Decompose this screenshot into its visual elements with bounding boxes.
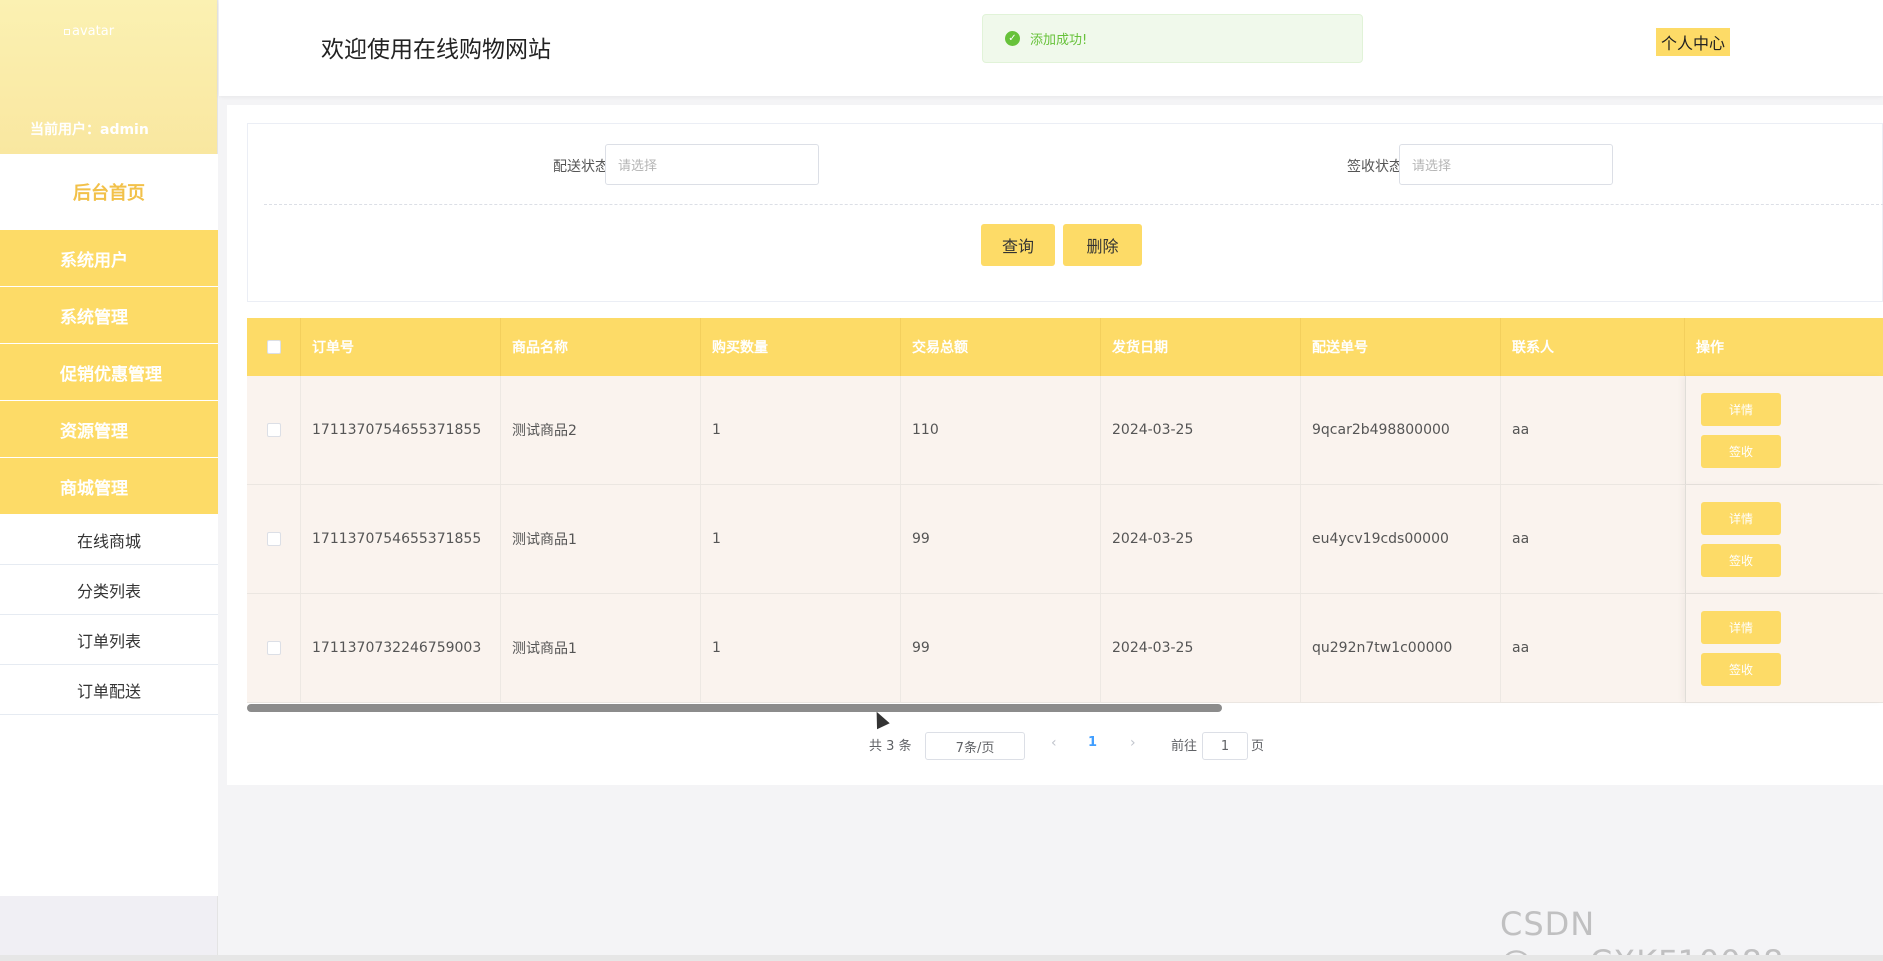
sidebar-group-promotion-management[interactable]: 促销优惠管理 xyxy=(0,344,218,401)
toast-message: 添加成功! xyxy=(1030,33,1088,48)
sign-status-select[interactable]: 请选择 xyxy=(1399,144,1613,185)
delivery-status-select[interactable]: 请选择 xyxy=(605,144,819,185)
cell-ship-date: 2024-03-25 xyxy=(1101,485,1301,593)
horizontal-scrollbar[interactable] xyxy=(247,704,1222,712)
top-header: 欢迎使用在线购物网站 ✓ 添加成功! 个人中心 xyxy=(219,0,1883,96)
avatar-alt-text: avatar xyxy=(72,24,115,39)
cell-order-no: 1711370754655371855 xyxy=(301,376,501,484)
cell-delivery-no: 9qcar2b498800000 xyxy=(1301,376,1501,484)
success-toast: ✓ 添加成功! xyxy=(982,14,1363,63)
cell-ship-date: 2024-03-25 xyxy=(1101,376,1301,484)
cell-ship-date: 2024-03-25 xyxy=(1101,594,1301,702)
current-user-label: 当前用户： xyxy=(30,122,100,138)
cell-order-no: 1711370754655371855 xyxy=(301,485,501,593)
cell-order-no: 1711370732246759003 xyxy=(301,594,501,702)
cell-quantity: 1 xyxy=(701,376,901,484)
cell-delivery-no: qu292n7tw1c00000 xyxy=(1301,594,1501,702)
page-number[interactable]: 1 xyxy=(1088,735,1097,750)
column-header-contact[interactable]: 联系人 xyxy=(1501,318,1685,376)
watermark: CSDN @vx_CXKF10088 xyxy=(1500,905,1783,961)
page-size-select[interactable]: 7条/页 xyxy=(925,732,1025,760)
column-header-quantity[interactable]: 购买数量 xyxy=(701,318,901,376)
goto-label: 前往 xyxy=(1171,739,1198,754)
column-header-product-name[interactable]: 商品名称 xyxy=(501,318,701,376)
sidebar-group-resource-management[interactable]: 资源管理 xyxy=(0,401,218,458)
goto-page-input[interactable]: 1 xyxy=(1202,732,1248,760)
cell-actions: 详情 签收 xyxy=(1685,376,1883,484)
cell-quantity: 1 xyxy=(701,594,901,702)
cell-product-name: 测试商品2 xyxy=(501,376,701,484)
row-checkbox[interactable] xyxy=(266,641,281,655)
table-row: 1711370754655371855 测试商品2 1 110 2024-03-… xyxy=(247,376,1883,485)
sidebar-group-system-management[interactable]: 系统管理 xyxy=(0,287,218,344)
row-checkbox[interactable] xyxy=(266,532,281,546)
cell-total: 99 xyxy=(901,594,1101,702)
delivery-status-label: 配送状态 xyxy=(553,159,609,175)
orders-table: 订单号 商品名称 购买数量 交易总额 发货日期 配送单号 联系人 操作 1711… xyxy=(247,318,1883,711)
pager-total: 共 3 条 xyxy=(869,739,912,754)
select-all-checkbox[interactable] xyxy=(266,340,281,354)
cell-contact: aa xyxy=(1512,422,1530,438)
row-select-cell xyxy=(247,376,301,484)
sidebar-item-order-delivery[interactable]: 订单配送 xyxy=(0,665,218,715)
check-circle-icon: ✓ xyxy=(1005,31,1020,46)
cell-total: 99 xyxy=(901,485,1101,593)
sidebar-group-system-users[interactable]: 系统用户 xyxy=(0,230,218,287)
sign-button[interactable]: 签收 xyxy=(1701,544,1781,577)
avatar: avatar xyxy=(64,24,114,39)
page-suffix: 页 xyxy=(1251,739,1265,754)
sidebar-item-online-mall[interactable]: 在线商城 xyxy=(0,515,218,565)
personal-center-link[interactable]: 个人中心 xyxy=(1656,28,1731,56)
select-all-cell xyxy=(247,318,301,376)
sidebar-item-category-list[interactable]: 分类列表 xyxy=(0,565,218,615)
query-button[interactable]: 查询 xyxy=(981,224,1055,266)
detail-button[interactable]: 详情 xyxy=(1701,393,1781,426)
next-page-icon[interactable]: › xyxy=(1130,735,1136,751)
sidebar: avatar 当前用户：admin 后台首页 系统用户 系统管理 促销优惠管理 … xyxy=(0,0,218,961)
sign-button[interactable]: 签收 xyxy=(1701,653,1781,686)
prev-page-icon[interactable]: ‹ xyxy=(1051,735,1057,751)
detail-button[interactable]: 详情 xyxy=(1701,611,1781,644)
row-select-cell xyxy=(247,485,301,593)
page-title: 欢迎使用在线购物网站 xyxy=(321,37,551,63)
cell-delivery-no: eu4ycv19cds00000 xyxy=(1301,485,1501,593)
cell-product-name: 测试商品1 xyxy=(501,594,701,702)
search-form: 配送状态 请选择 签收状态 请选择 查询 删除 xyxy=(247,123,1883,302)
column-header-ship-date[interactable]: 发货日期 xyxy=(1101,318,1301,376)
cell-contact: aa xyxy=(1512,640,1530,656)
column-header-total[interactable]: 交易总额 xyxy=(901,318,1101,376)
broken-image-icon xyxy=(64,28,70,35)
bottom-strip xyxy=(0,955,1883,961)
table-row: 1711370754655371855 测试商品1 1 99 2024-03-2… xyxy=(247,485,1883,594)
sidebar-group-mall-management[interactable]: 商城管理 xyxy=(0,458,218,515)
cell-contact: aa xyxy=(1512,531,1530,547)
column-header-delivery-no[interactable]: 配送单号 xyxy=(1301,318,1501,376)
divider xyxy=(264,204,1883,205)
row-checkbox[interactable] xyxy=(266,423,281,437)
sign-button[interactable]: 签收 xyxy=(1701,435,1781,468)
row-select-cell xyxy=(247,594,301,702)
table-row: 1711370732246759003 测试商品1 1 99 2024-03-2… xyxy=(247,594,1883,703)
table-header: 订单号 商品名称 购买数量 交易总额 发货日期 配送单号 联系人 操作 xyxy=(247,318,1883,376)
cell-actions: 详情 签收 xyxy=(1685,485,1883,593)
main-panel: 配送状态 请选择 签收状态 请选择 查询 删除 订单号 商品名称 购买数量 交易… xyxy=(227,105,1883,785)
sidebar-item-order-list[interactable]: 订单列表 xyxy=(0,615,218,665)
cell-total: 110 xyxy=(901,376,1101,484)
detail-button[interactable]: 详情 xyxy=(1701,502,1781,535)
sidebar-item-home[interactable]: 后台首页 xyxy=(0,154,218,230)
cell-actions: 详情 签收 xyxy=(1685,594,1883,702)
delete-button[interactable]: 删除 xyxy=(1063,224,1142,266)
current-user-name: admin xyxy=(100,122,149,138)
cell-product-name: 测试商品1 xyxy=(501,485,701,593)
cell-quantity: 1 xyxy=(701,485,901,593)
column-header-actions: 操作 xyxy=(1696,340,1724,356)
sidebar-menu: 后台首页 系统用户 系统管理 促销优惠管理 资源管理 商城管理 在线商城 分类列… xyxy=(0,154,218,896)
sidebar-header: avatar 当前用户：admin xyxy=(0,0,217,154)
column-header-order-no[interactable]: 订单号 xyxy=(301,318,501,376)
sign-status-label: 签收状态 xyxy=(1347,159,1403,175)
current-user: 当前用户：admin xyxy=(30,119,149,139)
